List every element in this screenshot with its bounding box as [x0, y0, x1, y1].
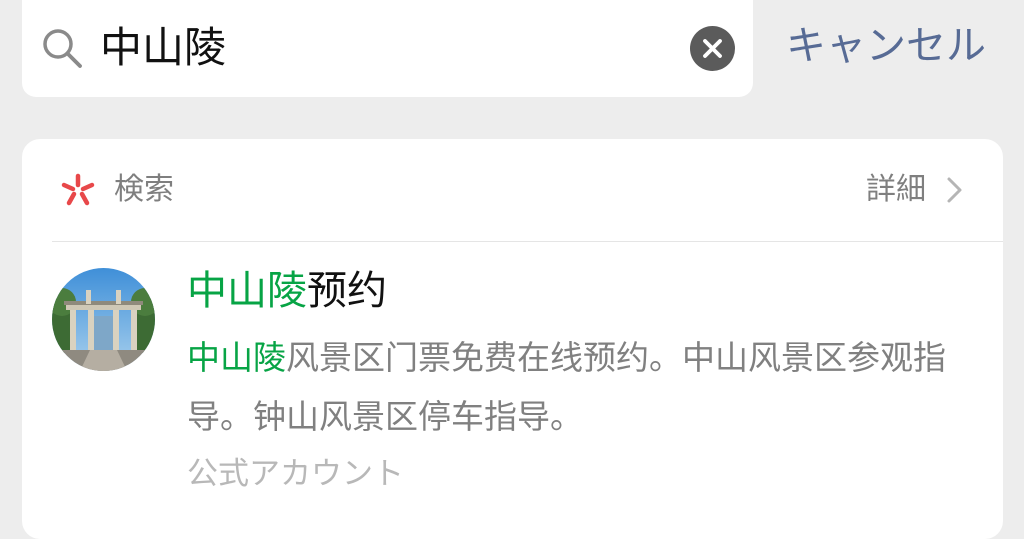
result-title[interactable]: 中山陵预约 — [187, 264, 387, 318]
clear-icon[interactable] — [690, 26, 735, 71]
avatar[interactable] — [52, 268, 155, 371]
divider — [52, 241, 1003, 242]
chevron-right-icon — [947, 177, 962, 203]
result-title-highlight: 中山陵 — [187, 268, 307, 314]
search-input[interactable]: 中山陵 — [100, 19, 226, 77]
detail-link[interactable]: 詳細 — [866, 170, 976, 210]
result-description: 中山陵风景区门票免费在线预约。中山风景区参观指导。钟山风景区停车指导。 — [187, 328, 977, 446]
result-title-rest: 预约 — [307, 268, 387, 314]
result-account-type: 公式アカウント — [187, 456, 404, 492]
result-desc-rest: 风景区门票免费在线预约。中山风景区参观指导。钟山风景区停车指导。 — [187, 338, 946, 436]
search-brand-icon — [61, 173, 95, 206]
card-header-label: 検索 — [114, 172, 174, 207]
detail-label: 詳細 — [866, 172, 926, 207]
search-icon — [43, 29, 82, 68]
cancel-button[interactable]: キャンセル — [786, 20, 986, 72]
result-desc-highlight: 中山陵 — [187, 338, 286, 377]
